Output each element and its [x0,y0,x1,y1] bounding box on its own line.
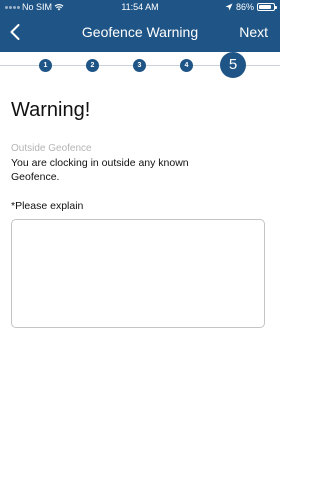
explanation-input[interactable] [11,219,265,328]
step-1[interactable]: 1 [39,59,52,72]
warning-title: Warning! [11,99,91,121]
location-arrow-icon [225,3,233,11]
explain-label: *Please explain [11,200,84,212]
battery-icon [257,3,277,11]
step-4[interactable]: 4 [180,59,193,72]
navigation-bar: Geofence Warning Next [0,14,280,52]
step-2[interactable]: 2 [86,59,99,72]
status-right: 86% [225,0,277,14]
step-3[interactable]: 3 [133,59,146,72]
reason-label: Outside Geofence [11,143,92,154]
warning-message: You are clocking in outside any known Ge… [11,157,189,183]
page-title: Geofence Warning [81,24,199,40]
battery-fill [259,5,271,9]
step-indicator: 1 2 3 4 5 [0,52,280,82]
app-header: No SIM 11:54 AM 86% Geofence Warning Nex [0,0,280,52]
next-button[interactable]: Next [239,14,268,50]
battery-percent: 86% [235,2,254,12]
status-bar: No SIM 11:54 AM 86% [0,0,280,14]
step-5-current[interactable]: 5 [220,52,246,78]
